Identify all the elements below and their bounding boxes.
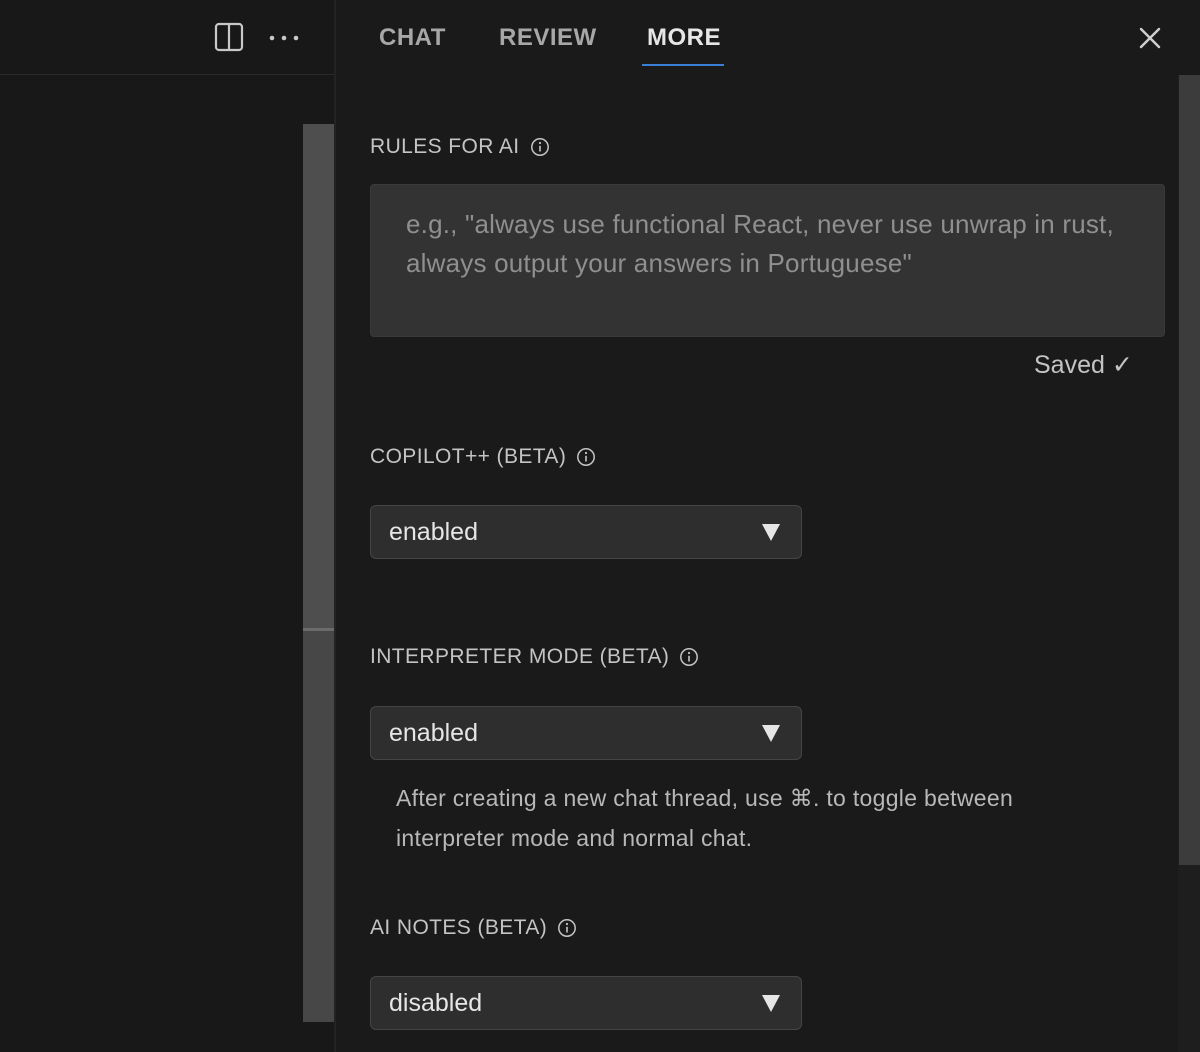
info-icon[interactable] (576, 447, 596, 467)
interpreter-label: INTERPRETER MODE (BETA) (370, 645, 670, 668)
more-horizontal-icon[interactable] (268, 22, 300, 52)
tab-bar: CHAT REVIEW MORE (336, 0, 1200, 75)
rules-for-ai-heading: RULES FOR AI (370, 135, 550, 159)
copilot-heading: COPILOT++ (BETA) (370, 445, 596, 469)
panel-scrollbar-thumb[interactable] (1179, 75, 1200, 865)
editor-scrollbar-thumb[interactable] (303, 124, 334, 630)
tab-chat[interactable]: CHAT (379, 24, 446, 52)
editor-pane (0, 0, 334, 1052)
split-editor-icon[interactable] (214, 22, 244, 52)
interpreter-help-text: After creating a new chat thread, use ⌘.… (396, 785, 1014, 851)
info-icon[interactable] (557, 918, 577, 938)
caret-down-icon (762, 524, 780, 541)
copilot-label: COPILOT++ (BETA) (370, 445, 567, 468)
editor-toolbar (0, 0, 334, 75)
rules-for-ai-textarea[interactable]: e.g., "always use functional React, neve… (370, 184, 1165, 337)
ai-panel: CHAT REVIEW MORE RULES FOR AI e.g., "alw… (336, 0, 1200, 1052)
interpreter-select[interactable]: enabled (370, 706, 802, 760)
ai-notes-label: AI NOTES (BETA) (370, 916, 548, 939)
caret-down-icon (762, 725, 780, 742)
copilot-select-value: enabled (389, 518, 478, 546)
editor-scrollbar-lower (303, 631, 334, 1022)
tab-more[interactable]: MORE (647, 24, 721, 52)
saved-status: Saved ✓ (1034, 351, 1133, 379)
rules-for-ai-placeholder: e.g., "always use functional React, neve… (406, 209, 1114, 278)
copilot-select[interactable]: enabled (370, 505, 802, 559)
interpreter-heading: INTERPRETER MODE (BETA) (370, 645, 699, 669)
interpreter-select-value: enabled (389, 719, 478, 747)
ai-notes-select[interactable]: disabled (370, 976, 802, 1030)
tab-review[interactable]: REVIEW (499, 24, 597, 52)
active-tab-indicator (642, 64, 724, 66)
info-icon[interactable] (530, 137, 550, 157)
ai-notes-select-value: disabled (389, 989, 483, 1017)
close-icon[interactable] (1137, 25, 1163, 51)
caret-down-icon (762, 995, 780, 1012)
info-icon[interactable] (679, 647, 699, 667)
rules-for-ai-label: RULES FOR AI (370, 135, 520, 158)
ai-notes-heading: AI NOTES (BETA) (370, 916, 577, 940)
